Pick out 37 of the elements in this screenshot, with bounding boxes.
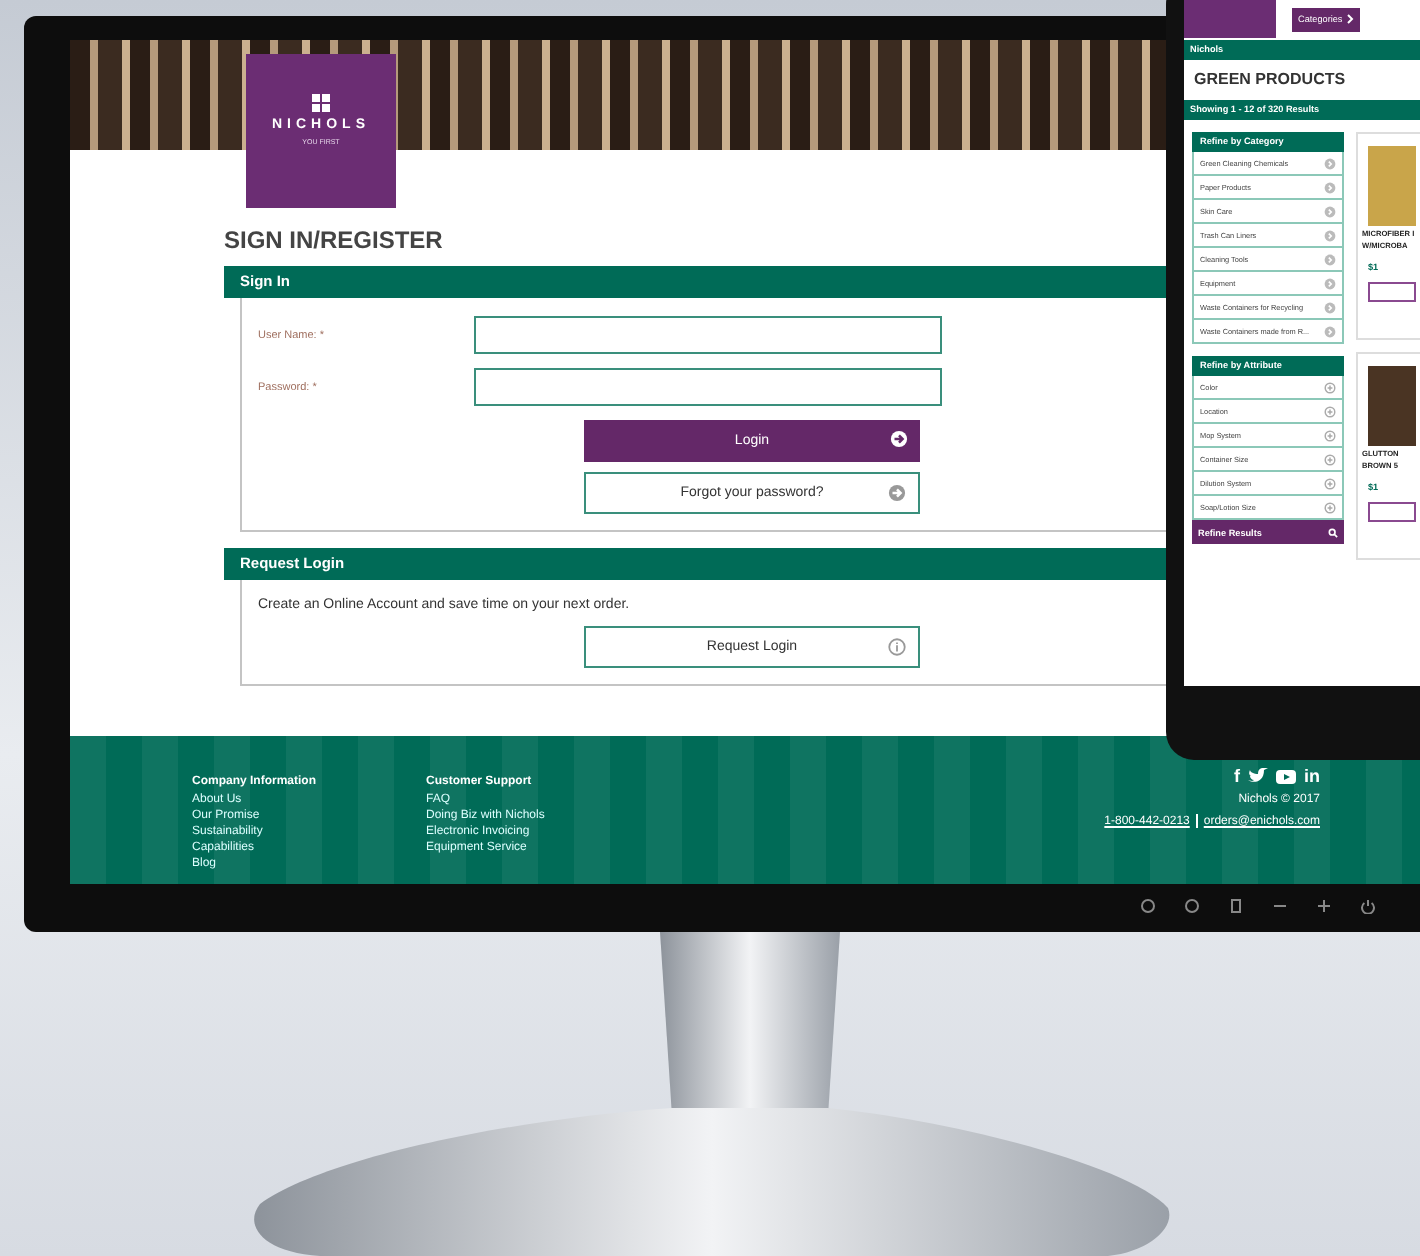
chevron-right-icon (1324, 157, 1336, 169)
circle-icon[interactable] (1184, 898, 1200, 914)
plus-icon (1324, 429, 1336, 441)
arrow-right-icon (890, 430, 908, 448)
plus-icon (1324, 501, 1336, 513)
input-field[interactable] (474, 368, 942, 406)
bird-icon[interactable] (1248, 768, 1268, 784)
quantity-field[interactable] (1368, 282, 1416, 302)
chevron-right-icon (1324, 253, 1336, 265)
plus-icon (1324, 381, 1336, 393)
arrow-right-icon (888, 484, 906, 502)
plus-icon (1324, 453, 1336, 465)
square-icon[interactable] (1228, 898, 1244, 914)
chevron-right-icon (1324, 325, 1336, 337)
search-icon (1328, 527, 1338, 537)
plus-icon[interactable] (1316, 898, 1332, 914)
chevron-right-icon (1346, 14, 1355, 24)
chevron-right-icon (1324, 181, 1336, 193)
input-field[interactable] (474, 316, 942, 354)
video-play-icon[interactable] (1276, 768, 1296, 784)
linkedin-link[interactable]: in (1304, 766, 1320, 786)
chevron-right-icon (1324, 205, 1336, 217)
info-icon (888, 638, 906, 656)
quantity-field[interactable] (1368, 502, 1416, 522)
plus-icon (1324, 477, 1336, 489)
window-pane-icon (312, 94, 330, 112)
product-photo-placeholder (1368, 146, 1416, 226)
power-icon[interactable] (1360, 898, 1376, 914)
chevron-right-icon (1324, 229, 1336, 241)
plus-icon (1324, 405, 1336, 417)
facebook-link[interactable]: f (1234, 766, 1240, 786)
page-title: SIGN IN/REGISTER (224, 226, 443, 254)
page-title: GREEN PRODUCTS (1192, 68, 1348, 92)
chevron-right-icon (1324, 277, 1336, 289)
chevron-right-icon (1324, 301, 1336, 313)
circle-icon[interactable] (1140, 898, 1156, 914)
product-photo-placeholder (1368, 366, 1416, 446)
